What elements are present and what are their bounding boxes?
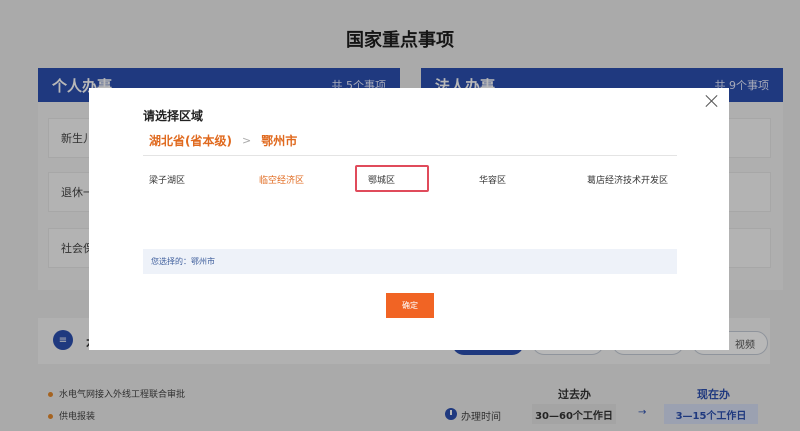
divider	[143, 155, 677, 156]
breadcrumb-city[interactable]: 鄂州市	[261, 132, 297, 149]
breadcrumb: 湖北省(省本级) > 鄂州市	[149, 132, 297, 149]
district-option-linkong[interactable]: 临空经济区	[259, 173, 304, 186]
selection-text: 您选择的：鄂州市	[151, 257, 215, 266]
selection-summary: 您选择的：鄂州市	[143, 249, 677, 274]
dialog-title: 请选择区域	[143, 109, 204, 123]
district-option-huarong[interactable]: 华容区	[479, 173, 506, 186]
close-icon[interactable]	[705, 94, 719, 108]
confirm-button[interactable]: 确定	[386, 293, 434, 318]
chevron-right-icon: >	[241, 134, 252, 147]
district-option-echeng[interactable]: 鄂城区	[368, 173, 395, 186]
region-select-dialog: 请选择区域 湖北省(省本级) > 鄂州市 梁子湖区 临空经济区 鄂城区 华容区 …	[89, 88, 729, 350]
district-option-liangzihu[interactable]: 梁子湖区	[149, 173, 185, 186]
district-option-gedian[interactable]: 葛店经济技术开发区	[587, 173, 668, 186]
breadcrumb-province[interactable]: 湖北省(省本级)	[149, 132, 232, 149]
